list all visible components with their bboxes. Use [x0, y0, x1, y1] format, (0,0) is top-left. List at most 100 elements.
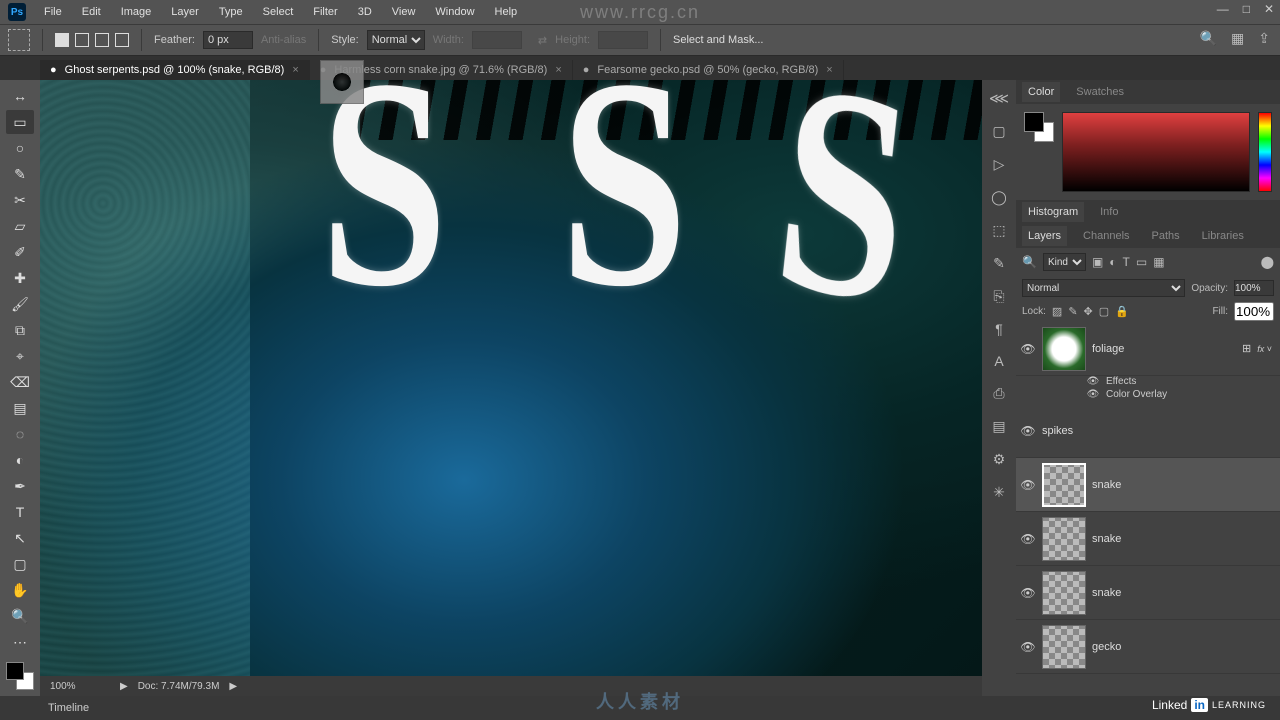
tool-brush[interactable]: 🖌 [6, 292, 34, 316]
menu-window[interactable]: Window [425, 6, 484, 18]
collapsed-panel-icon[interactable]: ⬚ [992, 222, 1005, 239]
style-select[interactable]: Normal [367, 30, 425, 50]
tool-hand[interactable]: ✋ [6, 578, 34, 602]
layer-name[interactable]: foliage [1092, 343, 1236, 355]
layer-thumbnail[interactable] [1042, 625, 1086, 669]
layer-name[interactable]: spikes [1042, 425, 1276, 437]
tool-gradient[interactable]: ▤ [6, 396, 34, 420]
layer-filter-select[interactable]: Kind [1043, 253, 1086, 271]
tool-move[interactable]: ↔ [6, 84, 34, 108]
collapsed-panel-icon[interactable]: ▢ [992, 123, 1005, 140]
timeline-panel[interactable]: Timeline [0, 696, 1280, 720]
visibility-toggle[interactable]: 👁 [1020, 478, 1036, 492]
visibility-toggle[interactable]: 👁 [1020, 640, 1036, 654]
tool-dodge[interactable]: ◐ [6, 448, 34, 472]
lock-artboard-icon[interactable]: ▢ [1099, 305, 1109, 318]
tool-marquee[interactable]: ▭ [6, 110, 34, 134]
tool-stamp[interactable]: ⧉ [6, 318, 34, 342]
blend-mode-select[interactable]: Normal [1022, 279, 1185, 297]
opacity-input[interactable] [1234, 280, 1274, 296]
tool-quick-select[interactable]: ✎ [6, 162, 34, 186]
fg-bg-swatch[interactable] [6, 662, 34, 690]
close-icon[interactable]: × [826, 64, 832, 76]
tab-ghost-serpents[interactable]: ● Ghost serpents.psd @ 100% (snake, RGB/… [40, 60, 310, 80]
menu-file[interactable]: File [34, 6, 72, 18]
collapsed-panel-icon[interactable]: ⎘ [993, 288, 1004, 305]
collapsed-panel-icon[interactable]: ▷ [994, 156, 1005, 173]
lock-brush-icon[interactable]: ✎ [1068, 305, 1077, 318]
arrow-icon[interactable]: ▶ [229, 681, 237, 692]
filter-pixel-icon[interactable]: ▣ [1092, 255, 1103, 269]
menu-layer[interactable]: Layer [161, 6, 209, 18]
menu-type[interactable]: Type [209, 6, 253, 18]
layer-row[interactable]: 👁 snake [1016, 512, 1280, 566]
visibility-toggle[interactable]: 👁 [1020, 586, 1036, 600]
visibility-toggle[interactable]: 👁 [1020, 342, 1036, 356]
link-icon[interactable]: ⊞ [1242, 342, 1251, 355]
tool-path-select[interactable]: ↖ [6, 526, 34, 550]
layer-name[interactable]: snake [1092, 479, 1276, 491]
visibility-toggle[interactable]: 👁 [1086, 376, 1100, 387]
menu-select[interactable]: Select [253, 6, 304, 18]
close-button[interactable]: ✕ [1264, 2, 1274, 16]
tab-paths[interactable]: Paths [1146, 226, 1186, 246]
tool-rectangle[interactable]: ▢ [6, 552, 34, 576]
menu-edit[interactable]: Edit [72, 6, 111, 18]
tool-lasso[interactable]: ○ [6, 136, 34, 160]
collapsed-panel-icon[interactable]: ▤ [992, 418, 1005, 435]
fill-input[interactable] [1234, 302, 1274, 321]
layer-thumbnail[interactable] [1042, 327, 1086, 371]
hue-strip[interactable] [1258, 112, 1272, 192]
layer-row[interactable]: 👁 snake [1016, 458, 1280, 512]
search-icon[interactable]: 🔍 [1200, 30, 1217, 47]
select-and-mask-button[interactable]: Select and Mask... [673, 34, 764, 46]
filter-type-icon[interactable]: T [1123, 255, 1130, 269]
fx-badge[interactable]: fx ˅ [1257, 344, 1272, 354]
visibility-toggle[interactable]: 👁 [1020, 532, 1036, 546]
collapsed-panel-icon[interactable]: ✎ [993, 255, 1005, 272]
collapsed-panel-icon[interactable]: ⚙ [993, 451, 1006, 468]
collapsed-panel-icon[interactable]: ◯ [991, 189, 1007, 206]
tool-frame[interactable]: ▱ [6, 214, 34, 238]
add-selection-icon[interactable] [75, 33, 89, 47]
active-tool-icon[interactable] [8, 29, 30, 51]
layer-name[interactable]: gecko [1092, 641, 1276, 653]
visibility-toggle[interactable]: 👁 [1020, 424, 1036, 438]
tool-eraser[interactable]: ⌫ [6, 370, 34, 394]
lock-position-icon[interactable]: ✥ [1084, 305, 1093, 318]
visibility-toggle[interactable]: 👁 [1086, 389, 1100, 400]
lock-pixels-icon[interactable]: ▨ [1052, 305, 1062, 318]
filter-smart-icon[interactable]: ▦ [1153, 255, 1164, 269]
tab-swatches[interactable]: Swatches [1070, 82, 1130, 102]
layer-name[interactable]: snake [1092, 533, 1276, 545]
tool-pen[interactable]: ✒ [6, 474, 34, 498]
tab-histogram[interactable]: Histogram [1022, 202, 1084, 222]
layer-row[interactable]: 👁 gecko [1016, 620, 1280, 674]
collapsed-panel-icon[interactable]: ✳ [993, 484, 1005, 501]
filter-adjust-icon[interactable]: ◐ [1109, 255, 1116, 269]
intersect-selection-icon[interactable] [115, 33, 129, 47]
layer-thumbnail[interactable] [1042, 517, 1086, 561]
maximize-button[interactable]: □ [1243, 2, 1250, 16]
new-selection-icon[interactable] [55, 33, 69, 47]
menu-image[interactable]: Image [111, 6, 162, 18]
collapsed-panel-icon[interactable]: ⎙ [993, 385, 1004, 402]
tool-zoom[interactable]: 🔍 [6, 604, 34, 628]
tool-blur[interactable]: ◌ [6, 422, 34, 446]
layer-thumbnail[interactable] [1042, 571, 1086, 615]
menu-help[interactable]: Help [485, 6, 528, 18]
collapsed-panel-icon[interactable]: ¶ [995, 321, 1003, 337]
effect-color-overlay[interactable]: Color Overlay [1106, 389, 1167, 400]
color-field[interactable] [1062, 112, 1250, 192]
tool-type[interactable]: T [6, 500, 34, 524]
zoom-level[interactable]: 100% [50, 681, 110, 692]
collapsed-panel-icon[interactable]: ⋘ [989, 90, 1009, 107]
foreground-color[interactable] [1024, 112, 1044, 132]
foreground-swatch[interactable] [6, 662, 24, 680]
tab-color[interactable]: Color [1022, 82, 1060, 102]
tool-eyedropper[interactable]: ✐ [6, 240, 34, 264]
minimize-button[interactable]: — [1217, 2, 1229, 16]
share-icon[interactable]: ⇪ [1258, 30, 1270, 47]
lock-all-icon[interactable]: 🔒 [1115, 305, 1129, 318]
layer-row[interactable]: 👁snake [1016, 566, 1280, 620]
